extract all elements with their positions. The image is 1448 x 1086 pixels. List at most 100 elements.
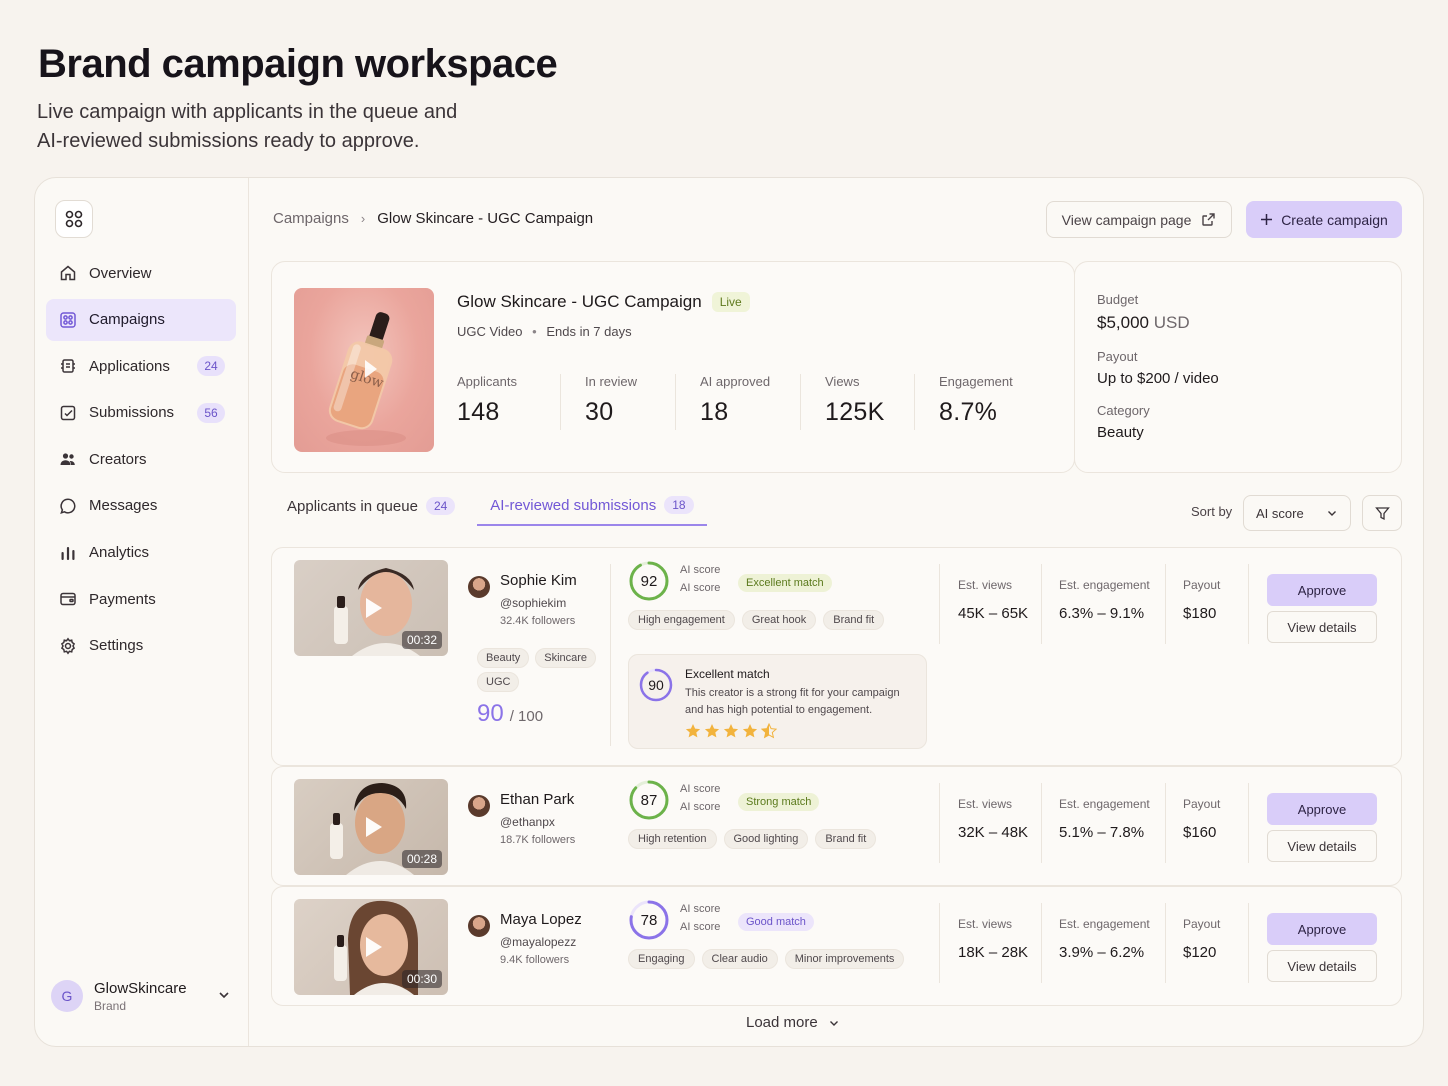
submission-card: 00:32 Sophie Kim @sophiekim 32.4K follow… — [271, 547, 1402, 766]
metric-value: 45K – 65K — [958, 605, 1029, 622]
video-thumbnail[interactable]: 00:30 — [294, 899, 448, 995]
divider — [1248, 903, 1249, 983]
view-details-button[interactable]: View details — [1267, 611, 1377, 643]
app-window: Overview Campaigns Applications 24 Submi… — [34, 177, 1424, 1047]
account-name: GlowSkincare — [94, 979, 187, 997]
divider — [1165, 903, 1166, 983]
chevron-down-icon — [219, 992, 229, 999]
ai-score-label: AI score — [680, 801, 721, 813]
sidebar-item-messages[interactable]: Messages — [46, 485, 236, 527]
payout-label: Payout — [1097, 349, 1138, 364]
grid-icon — [65, 210, 83, 228]
chip: High engagement — [628, 610, 735, 630]
tab-count-badge: 24 — [425, 497, 456, 515]
est-engagement: Est. engagement 3.9% – 6.2% — [1059, 917, 1150, 961]
campaign-title-row: Glow Skincare - UGC Campaign Live — [457, 292, 750, 312]
status-badge: Live — [711, 292, 750, 312]
stat-views: Views 125K — [800, 374, 914, 430]
ai-score-label: AI score — [680, 903, 721, 915]
creator-name[interactable]: Ethan Park — [500, 791, 574, 808]
load-more-button[interactable]: Load more — [746, 1014, 840, 1031]
subtitle-line-2: AI-reviewed submissions ready to approve… — [37, 130, 420, 152]
view-details-button[interactable]: View details — [1267, 950, 1377, 982]
breadcrumb-campaigns-link[interactable]: Campaigns — [273, 210, 349, 227]
est-engagement: Est. engagement 6.3% – 9.1% — [1059, 578, 1150, 622]
metric-label: Est. views — [958, 578, 1013, 592]
est-views: Est. views 45K – 65K — [958, 578, 1028, 622]
users-icon — [58, 449, 78, 469]
sidebar-item-submissions[interactable]: Submissions 56 — [46, 392, 236, 434]
sidebar-item-label: Submissions — [89, 404, 175, 422]
tab-label: AI-reviewed submissions — [490, 496, 657, 514]
chevron-down-icon — [829, 1020, 838, 1026]
campaign-stats: Applicants 148 In review 30 AI approved … — [457, 374, 1024, 430]
divider — [1041, 564, 1042, 644]
sidebar-item-payments[interactable]: Payments — [46, 578, 236, 620]
star-icon — [723, 724, 739, 738]
bar-chart-icon — [58, 543, 78, 563]
metric-label: Est. engagement — [1059, 917, 1150, 931]
ai-score-label: AI score — [680, 921, 721, 933]
creator-name[interactable]: Sophie Kim — [500, 572, 577, 589]
sort-select[interactable]: AI score — [1243, 495, 1351, 531]
budget-unit: USD — [1153, 313, 1190, 332]
est-views: Est. views 18K – 28K — [958, 917, 1028, 961]
profile-score-value: 90 — [477, 700, 504, 727]
tab-applicants-in-queue[interactable]: Applicants in queue 24 — [287, 497, 456, 525]
divider — [1041, 903, 1042, 983]
metric-label: Est. engagement — [1059, 797, 1150, 811]
chip: Clear audio — [701, 949, 778, 969]
metric-value: $180 — [1183, 605, 1217, 622]
payout: Payout $180 — [1183, 578, 1220, 622]
stat-value: 148 — [457, 398, 500, 426]
campaign-title: Glow Skincare - UGC Campaign — [457, 292, 702, 311]
approve-button[interactable]: Approve — [1267, 574, 1377, 606]
budget-value: $5,000 USD — [1097, 313, 1401, 333]
match-description: This creator is a strong fit for your ca… — [685, 687, 900, 716]
sidebar-item-campaigns[interactable]: Campaigns — [46, 298, 236, 341]
account-switcher[interactable]: G GlowSkincare Brand — [51, 976, 231, 1016]
app-logo[interactable] — [55, 200, 93, 238]
campaign-type: UGC Video — [457, 324, 523, 339]
payout-value: Up to $200 / video — [1097, 370, 1219, 387]
payout: Payout $120 — [1183, 917, 1220, 961]
sidebar-item-label: Analytics — [89, 544, 150, 562]
ai-score-value: 87 — [640, 791, 658, 809]
avatar — [468, 915, 490, 937]
submissions-icon — [58, 403, 78, 423]
video-thumbnail[interactable]: 00:32 — [294, 560, 448, 656]
tab-ai-reviewed-submissions[interactable]: AI-reviewed submissions 18 — [477, 496, 707, 526]
stat-value: 8.7% — [939, 398, 998, 426]
sidebar-item-label: Payments — [89, 590, 156, 608]
sidebar-item-creators[interactable]: Creators — [46, 438, 236, 480]
creator-name[interactable]: Maya Lopez — [500, 911, 582, 928]
stat-value: 18 — [700, 398, 729, 426]
video-duration: 00:32 — [401, 631, 442, 649]
chip: Great hook — [741, 610, 817, 630]
metric-label: Est. views — [958, 797, 1013, 811]
filter-button[interactable] — [1362, 495, 1402, 531]
metric-label: Est. engagement — [1059, 578, 1150, 592]
filter-icon — [1374, 506, 1390, 520]
video-duration: 00:28 — [401, 850, 442, 868]
approve-button[interactable]: Approve — [1267, 913, 1377, 945]
play-icon — [366, 937, 382, 957]
sidebar-item-applications[interactable]: Applications 24 — [46, 345, 236, 387]
divider — [939, 783, 940, 863]
sidebar-item-analytics[interactable]: Analytics — [46, 532, 236, 574]
metric-value: $160 — [1183, 824, 1217, 841]
main-content: Campaigns › Glow Skincare - UGC Campaign… — [249, 178, 1423, 1046]
match-badge: Excellent match — [738, 574, 832, 592]
metric-value: 32K – 48K — [958, 824, 1029, 841]
tag: Skincare — [535, 648, 597, 668]
sidebar-item-settings[interactable]: Settings — [46, 625, 236, 667]
view-details-button[interactable]: View details — [1267, 830, 1377, 862]
video-thumbnail[interactable]: 00:28 — [294, 779, 448, 875]
create-campaign-button[interactable]: Create campaign — [1246, 201, 1402, 238]
campaign-product-image: glow — [294, 288, 434, 452]
view-campaign-page-button[interactable]: View campaign page — [1046, 201, 1232, 238]
submission-tabs: Applicants in queue 24 AI-reviewed submi… — [287, 496, 707, 526]
divider — [1165, 564, 1166, 644]
sidebar-item-overview[interactable]: Overview — [46, 252, 236, 294]
approve-button[interactable]: Approve — [1267, 793, 1377, 825]
